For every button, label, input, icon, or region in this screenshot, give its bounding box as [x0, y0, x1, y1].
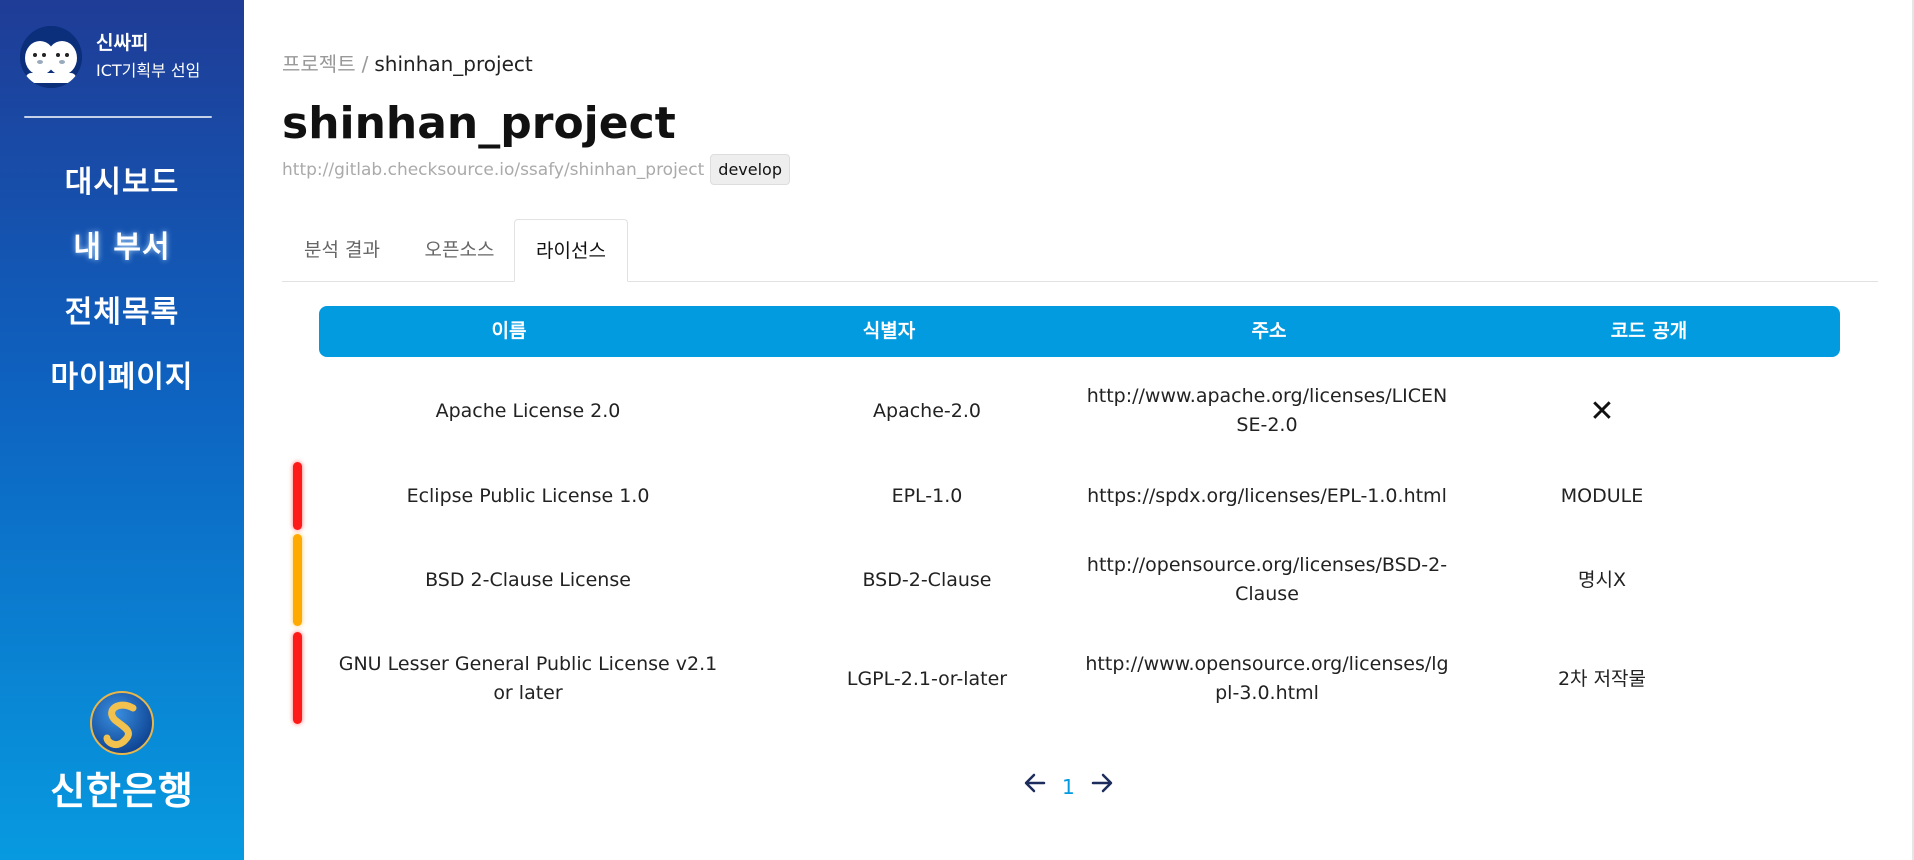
- license-url[interactable]: http://www.apache.org/licenses/LICENSE-2…: [1082, 372, 1452, 450]
- avatar: [20, 26, 82, 88]
- tab-opensource[interactable]: 오픈소스: [402, 219, 517, 281]
- avatar-characters-icon: [20, 26, 82, 88]
- repo-url[interactable]: http://gitlab.checksource.io/ssafy/shinh…: [282, 160, 704, 180]
- license-name: BSD 2-Clause License: [425, 568, 631, 591]
- code-disclosure: 명시X: [1578, 568, 1626, 591]
- column-header-name: 이름: [491, 320, 527, 342]
- pagination: 1: [1022, 770, 1115, 803]
- close-icon: ✕: [1589, 393, 1615, 429]
- profile-role: ICT기획부 선임: [96, 61, 201, 80]
- code-disclosure: MODULE: [1560, 484, 1644, 507]
- license-url[interactable]: http://opensource.org/licenses/BSD-2-Cla…: [1082, 532, 1452, 628]
- brand: 신한은행: [0, 690, 244, 815]
- table-row[interactable]: BSD 2-Clause License BSD-2-Clause http:/…: [282, 532, 1878, 628]
- license-identifier: BSD-2-Clause: [862, 568, 992, 591]
- breadcrumb: 프로젝트 / shinhan_project: [282, 48, 533, 77]
- column-header-url: 주소: [1251, 320, 1287, 342]
- license-name: Apache License 2.0: [435, 399, 621, 422]
- user-profile[interactable]: 신싸피 ICT기획부 선임: [20, 26, 200, 88]
- sidebar-item-all-list[interactable]: 전체목록: [0, 280, 244, 345]
- code-disclosure: 2차 저작물: [1557, 667, 1647, 690]
- breadcrumb-parent[interactable]: 프로젝트: [282, 52, 356, 76]
- branch-badge: develop: [710, 154, 790, 185]
- license-url[interactable]: http://www.opensource.org/licenses/lgpl-…: [1082, 632, 1452, 726]
- tab-bar: 분석 결과 오픈소스 라이선스: [282, 219, 1878, 282]
- license-url[interactable]: https://spdx.org/licenses/EPL-1.0.html: [1082, 462, 1452, 530]
- sidebar-nav: 대시보드 내 부서 전체목록 마이페이지: [0, 150, 244, 410]
- column-header-code-disclosure: 코드 공개: [1610, 320, 1688, 342]
- license-identifier: Apache-2.0: [873, 399, 981, 422]
- risk-indicator: [293, 462, 302, 530]
- table-header: 이름 식별자 주소 코드 공개: [319, 306, 1840, 357]
- sidebar-divider: [24, 116, 212, 118]
- sidebar-item-mypage[interactable]: 마이페이지: [0, 345, 244, 410]
- table-row[interactable]: GNU Lesser General Public License v2.1 o…: [282, 632, 1878, 726]
- tab-license[interactable]: 라이선스: [514, 219, 628, 282]
- main-content: 프로젝트 / shinhan_project shinhan_project htt…: [282, 0, 1878, 860]
- tab-analysis-result[interactable]: 분석 결과: [282, 219, 402, 281]
- arrow-right-icon[interactable]: [1089, 770, 1115, 803]
- brand-name: 신한은행: [50, 769, 194, 813]
- shinhan-logo-icon: [90, 691, 154, 755]
- sidebar: 신싸피 ICT기획부 선임 대시보드 내 부서 전체목록 마이페이지 신한은행: [0, 0, 244, 860]
- column-header-identifier: 식별자: [862, 320, 916, 342]
- code-disclosure: ✕: [1482, 372, 1722, 450]
- table-row[interactable]: Eclipse Public License 1.0 EPL-1.0 https…: [282, 462, 1878, 530]
- table-row[interactable]: Apache License 2.0 Apache-2.0 http://www…: [282, 372, 1878, 450]
- license-identifier: LGPL-2.1-or-later: [846, 667, 1008, 690]
- sidebar-item-my-department[interactable]: 내 부서: [0, 215, 244, 280]
- breadcrumb-separator: /: [361, 52, 369, 76]
- sidebar-item-dashboard[interactable]: 대시보드: [0, 150, 244, 215]
- license-name: Eclipse Public License 1.0: [406, 484, 650, 507]
- license-name: GNU Lesser General Public License v2.1 o…: [338, 653, 718, 704]
- page-title: shinhan_project: [282, 98, 676, 149]
- risk-indicator: [293, 534, 302, 626]
- repo-info: http://gitlab.checksource.io/ssafy/shinh…: [282, 154, 790, 185]
- breadcrumb-current: shinhan_project: [374, 52, 533, 76]
- profile-name: 신싸피: [96, 32, 149, 54]
- license-identifier: EPL-1.0: [891, 484, 963, 507]
- page-number[interactable]: 1: [1062, 775, 1075, 799]
- arrow-left-icon[interactable]: [1022, 770, 1048, 803]
- risk-indicator: [293, 632, 302, 724]
